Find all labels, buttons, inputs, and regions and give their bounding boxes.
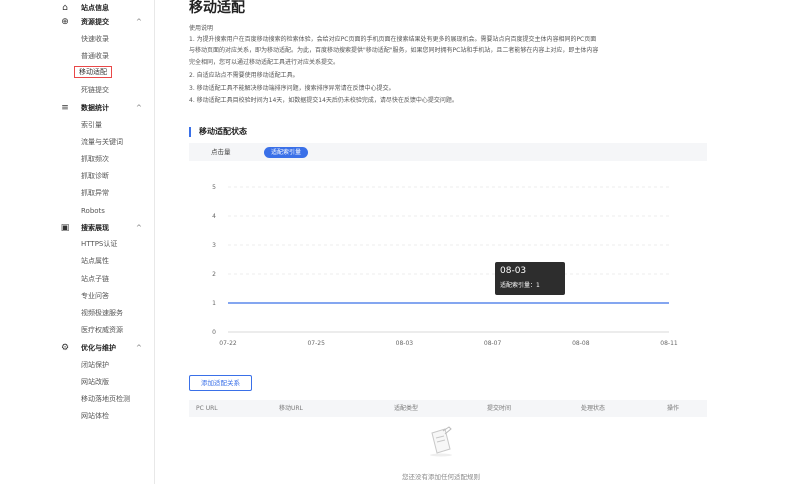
col-header-pc-url: PC URL: [196, 405, 218, 412]
sidebar-item-site-closure[interactable]: 闭站保护: [81, 359, 109, 371]
y-tick-label: 3: [212, 242, 216, 249]
filter-pill-adapt-index[interactable]: 适配索引量: [264, 147, 309, 158]
home-icon: ⌂: [62, 3, 68, 13]
main-content: 移动适配 使用说明 1. 为提升搜索用户在百度移动搜索的检索体验，会给对应PC页…: [155, 0, 800, 484]
chevron-up-icon[interactable]: ^: [136, 340, 142, 356]
sidebar-item-dead-link[interactable]: 死链提交: [81, 84, 109, 96]
sidebar-item-crawl-frequency[interactable]: 抓取频次: [81, 153, 109, 165]
instructions-heading: 使用说明: [189, 25, 214, 32]
upload-icon: ⊕: [61, 17, 69, 27]
metric-filter-bar: 点击量 适配索引量: [189, 143, 707, 161]
sidebar-section-optimize[interactable]: ⚙ 优化与维护 ^: [0, 340, 155, 356]
sidebar-item-sitelinks[interactable]: 站点子链: [81, 273, 109, 285]
line-chart: 0 1 2 3 4 5 07-22 07-25 08-03 08-07 08-08 08-11: [212, 184, 678, 347]
col-header-actions: 操作: [667, 405, 680, 412]
sidebar-item-site-checkup[interactable]: 网站体检: [81, 410, 109, 422]
page-title: 移动适配: [189, 0, 245, 16]
sidebar: ⌂ 站点信息 ⊕ 资源提交 ^ 快速收录 普通收录 移动适配 死链提交 ≡ 数据…: [0, 0, 155, 484]
instruction-line: 4. 移动适配工具目校验时间为14天，如数据提交14天后仍未校验完成，请尽快在反…: [189, 97, 458, 104]
chevron-up-icon[interactable]: ^: [136, 100, 142, 116]
x-tick-label: 08-11: [660, 340, 678, 347]
instruction-line: 1. 为提升搜索用户在百度移动搜索的检索体验，会给对应PC页面的手机页面在搜索结…: [189, 36, 597, 43]
sidebar-item-quick-index[interactable]: 快速收录: [81, 33, 109, 45]
col-header-adapt-type: 适配类型: [394, 405, 419, 412]
x-tick-label: 07-22: [219, 340, 237, 347]
tooltip-value: 适配索引量：1: [500, 282, 540, 289]
chevron-up-icon[interactable]: ^: [136, 14, 142, 30]
sidebar-item-site-attributes[interactable]: 站点属性: [81, 255, 109, 267]
instruction-line: 2. 自适应站点不需要使用移动适配工具。: [189, 72, 299, 79]
instruction-line: 3. 移动适配工具不能解决移动端排序问题，搜索排序异常请在反馈中心提交。: [189, 85, 395, 92]
bar-chart-icon: ≡: [61, 103, 69, 113]
optimize-icon: ⚙: [60, 343, 70, 353]
instruction-line: 与移动页面的对应关系，即为移动适配。为此，百度移动搜索提供"移动适配"服务，如果…: [189, 47, 599, 54]
sidebar-item-https[interactable]: HTTPS认证: [81, 238, 117, 250]
sidebar-item-landing-check[interactable]: 移动落地页检测: [81, 393, 130, 405]
x-tick-label: 08-03: [396, 340, 414, 347]
x-tick-label: 08-07: [484, 340, 502, 347]
sidebar-item-mobile-adapt[interactable]: 移动适配: [74, 66, 112, 78]
sidebar-section-search-display[interactable]: ▣ 搜索展现 ^: [0, 220, 155, 236]
x-tick-label: 07-25: [307, 340, 325, 347]
sidebar-section-title: 优化与维护: [81, 344, 116, 352]
x-axis-ticks: 07-22 07-25 08-03 08-07 08-08 08-11: [219, 340, 678, 347]
section-title-accent: [189, 127, 191, 137]
sidebar-section-data-stats[interactable]: ≡ 数据统计 ^: [0, 100, 155, 116]
sidebar-item-site-revision[interactable]: 网站改版: [81, 376, 109, 388]
sidebar-section-resource-submit[interactable]: ⊕ 资源提交 ^: [0, 14, 155, 30]
sidebar-section-title: 数据统计: [81, 104, 109, 112]
y-tick-label: 0: [212, 329, 216, 336]
y-tick-label: 1: [212, 300, 216, 307]
x-tick-label: 08-08: [572, 340, 590, 347]
col-header-submit-time: 提交时间: [487, 405, 512, 412]
sidebar-item-robots[interactable]: Robots: [81, 205, 105, 217]
col-header-mobile-url: 移动URL: [279, 405, 303, 412]
sidebar-item-traffic-keywords[interactable]: 流量与关键词: [81, 136, 123, 148]
chart-grid: [228, 186, 669, 333]
y-tick-label: 4: [212, 213, 216, 220]
section-title-text: 移动适配状态: [199, 127, 247, 136]
table-header: PC URL 移动URL 适配类型 提交时间 处理状态 操作: [189, 400, 707, 417]
y-tick-label: 5: [212, 184, 216, 191]
empty-state-icon: [430, 426, 452, 457]
sidebar-section-title: 搜索展现: [81, 224, 109, 232]
section-title-adapt-status: 移动适配状态: [189, 126, 247, 138]
sidebar-item-index-count[interactable]: 索引量: [81, 119, 102, 131]
add-adapt-relation-button[interactable]: 添加适配关系: [189, 375, 252, 391]
empty-state-text: 您还没有添加任何适配规则: [402, 473, 480, 481]
search-display-icon: ▣: [60, 223, 70, 233]
chevron-up-icon[interactable]: ^: [136, 220, 142, 236]
sidebar-item-video-service[interactable]: 视频极速服务: [81, 307, 123, 319]
sidebar-item-crawl-errors[interactable]: 抓取异常: [81, 187, 109, 199]
y-tick-label: 2: [212, 271, 216, 278]
y-axis-ticks: 0 1 2 3 4 5: [212, 184, 216, 336]
col-header-status: 处理状态: [581, 405, 606, 412]
sidebar-item-expert-qa[interactable]: 专业问答: [81, 290, 109, 302]
sidebar-item-crawl-diagnosis[interactable]: 抓取诊断: [81, 170, 109, 182]
tooltip-date: 08-03: [500, 266, 527, 276]
instruction-line: 完全相同，您可以通过移动适配工具进行对应关系提交。: [189, 59, 340, 66]
filter-label-clicks[interactable]: 点击量: [211, 143, 231, 161]
sidebar-section-title: 资源提交: [81, 18, 109, 26]
chart-tooltip: 08-03 适配索引量：1: [495, 262, 565, 295]
sidebar-item-normal-index[interactable]: 普通收录: [81, 50, 109, 62]
sidebar-item-medical-resource[interactable]: 医疗权威资源: [81, 324, 123, 336]
